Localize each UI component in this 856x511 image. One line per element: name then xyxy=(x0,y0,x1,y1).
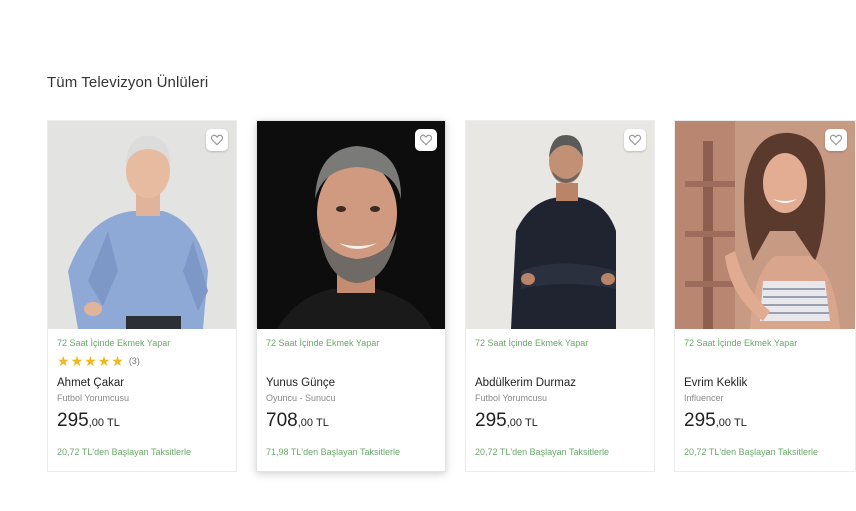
celebrity-name[interactable]: Abdülkerim Durmaz xyxy=(475,377,576,389)
celebrity-job: Oyuncu - Sunucu xyxy=(266,393,336,403)
star-icon: ★ xyxy=(111,353,124,369)
heart-icon xyxy=(829,134,843,146)
celebrity-name[interactable]: Ahmet Çakar xyxy=(57,377,124,389)
rating-stars: ★ ★ ★ ★ ★ (3) xyxy=(57,354,140,368)
celebrity-name[interactable]: Yunus Günçe xyxy=(266,377,335,389)
installment-info: 20,72 TL'den Başlayan Taksitlerle xyxy=(475,447,609,457)
installment-info: 20,72 TL'den Başlayan Taksitlerle xyxy=(57,447,191,457)
heart-icon xyxy=(628,134,642,146)
heart-icon xyxy=(419,134,433,146)
installment-info: 20,72 TL'den Başlayan Taksitlerle xyxy=(684,447,818,457)
celebrity-job: Influencer xyxy=(684,393,724,403)
star-icon: ★ xyxy=(84,353,97,369)
celebrity-card[interactable]: 72 Saat İçinde Ekmek Yapar Yunus Günçe O… xyxy=(256,120,446,472)
delivery-info: 72 Saat İçinde Ekmek Yapar xyxy=(266,338,380,348)
favorite-button[interactable] xyxy=(624,129,646,151)
installment-info: 71,98 TL'den Başlayan Taksitlerle xyxy=(266,447,400,457)
celebrity-photo[interactable] xyxy=(257,121,445,329)
price-currency: TL xyxy=(316,417,329,429)
price-currency: TL xyxy=(107,417,120,429)
price: 295,00 TL xyxy=(475,410,538,432)
delivery-info: 72 Saat İçinde Ekmek Yapar xyxy=(475,338,589,348)
celebrity-photo[interactable] xyxy=(675,121,855,329)
favorite-button[interactable] xyxy=(825,129,847,151)
star-icon: ★ xyxy=(57,353,70,369)
heart-icon xyxy=(210,134,224,146)
celebrity-photo[interactable] xyxy=(466,121,654,329)
celebrity-card[interactable]: 72 Saat İçinde Ekmek Yapar Abdülkerim Du… xyxy=(465,120,655,472)
section-title: Tüm Televizyon Ünlüleri xyxy=(47,74,209,91)
rating-count: (3) xyxy=(128,356,140,366)
price-integer: 295 xyxy=(57,410,89,431)
celebrity-card[interactable]: 72 Saat İçinde Ekmek Yapar ★ ★ ★ ★ ★ (3)… xyxy=(47,120,237,472)
price-currency: TL xyxy=(525,417,538,429)
favorite-button[interactable] xyxy=(206,129,228,151)
favorite-button[interactable] xyxy=(415,129,437,151)
celebrity-job: Futbol Yorumcusu xyxy=(475,393,548,403)
star-icon: ★ xyxy=(97,353,111,369)
price-decimal: ,00 xyxy=(297,417,313,429)
star-icon: ★ xyxy=(70,353,84,369)
price-integer: 295 xyxy=(684,410,716,431)
celebrity-job: Futbol Yorumcusu xyxy=(57,393,130,403)
celebrity-photo[interactable] xyxy=(48,121,236,329)
price-decimal: ,00 xyxy=(88,417,104,429)
price-decimal: ,00 xyxy=(715,417,731,429)
price: 295,00 TL xyxy=(57,410,120,432)
price-integer: 295 xyxy=(475,410,507,431)
delivery-info: 72 Saat İçinde Ekmek Yapar xyxy=(57,338,171,348)
price-integer: 708 xyxy=(266,410,298,431)
price-decimal: ,00 xyxy=(506,417,522,429)
delivery-info: 72 Saat İçinde Ekmek Yapar xyxy=(684,338,798,348)
price-currency: TL xyxy=(734,417,747,429)
celebrity-card[interactable]: 72 Saat İçinde Ekmek Yapar Evrim Keklik … xyxy=(674,120,856,472)
celebrity-name[interactable]: Evrim Keklik xyxy=(684,377,747,389)
price: 295,00 TL xyxy=(684,410,747,432)
price: 708,00 TL xyxy=(266,410,329,432)
